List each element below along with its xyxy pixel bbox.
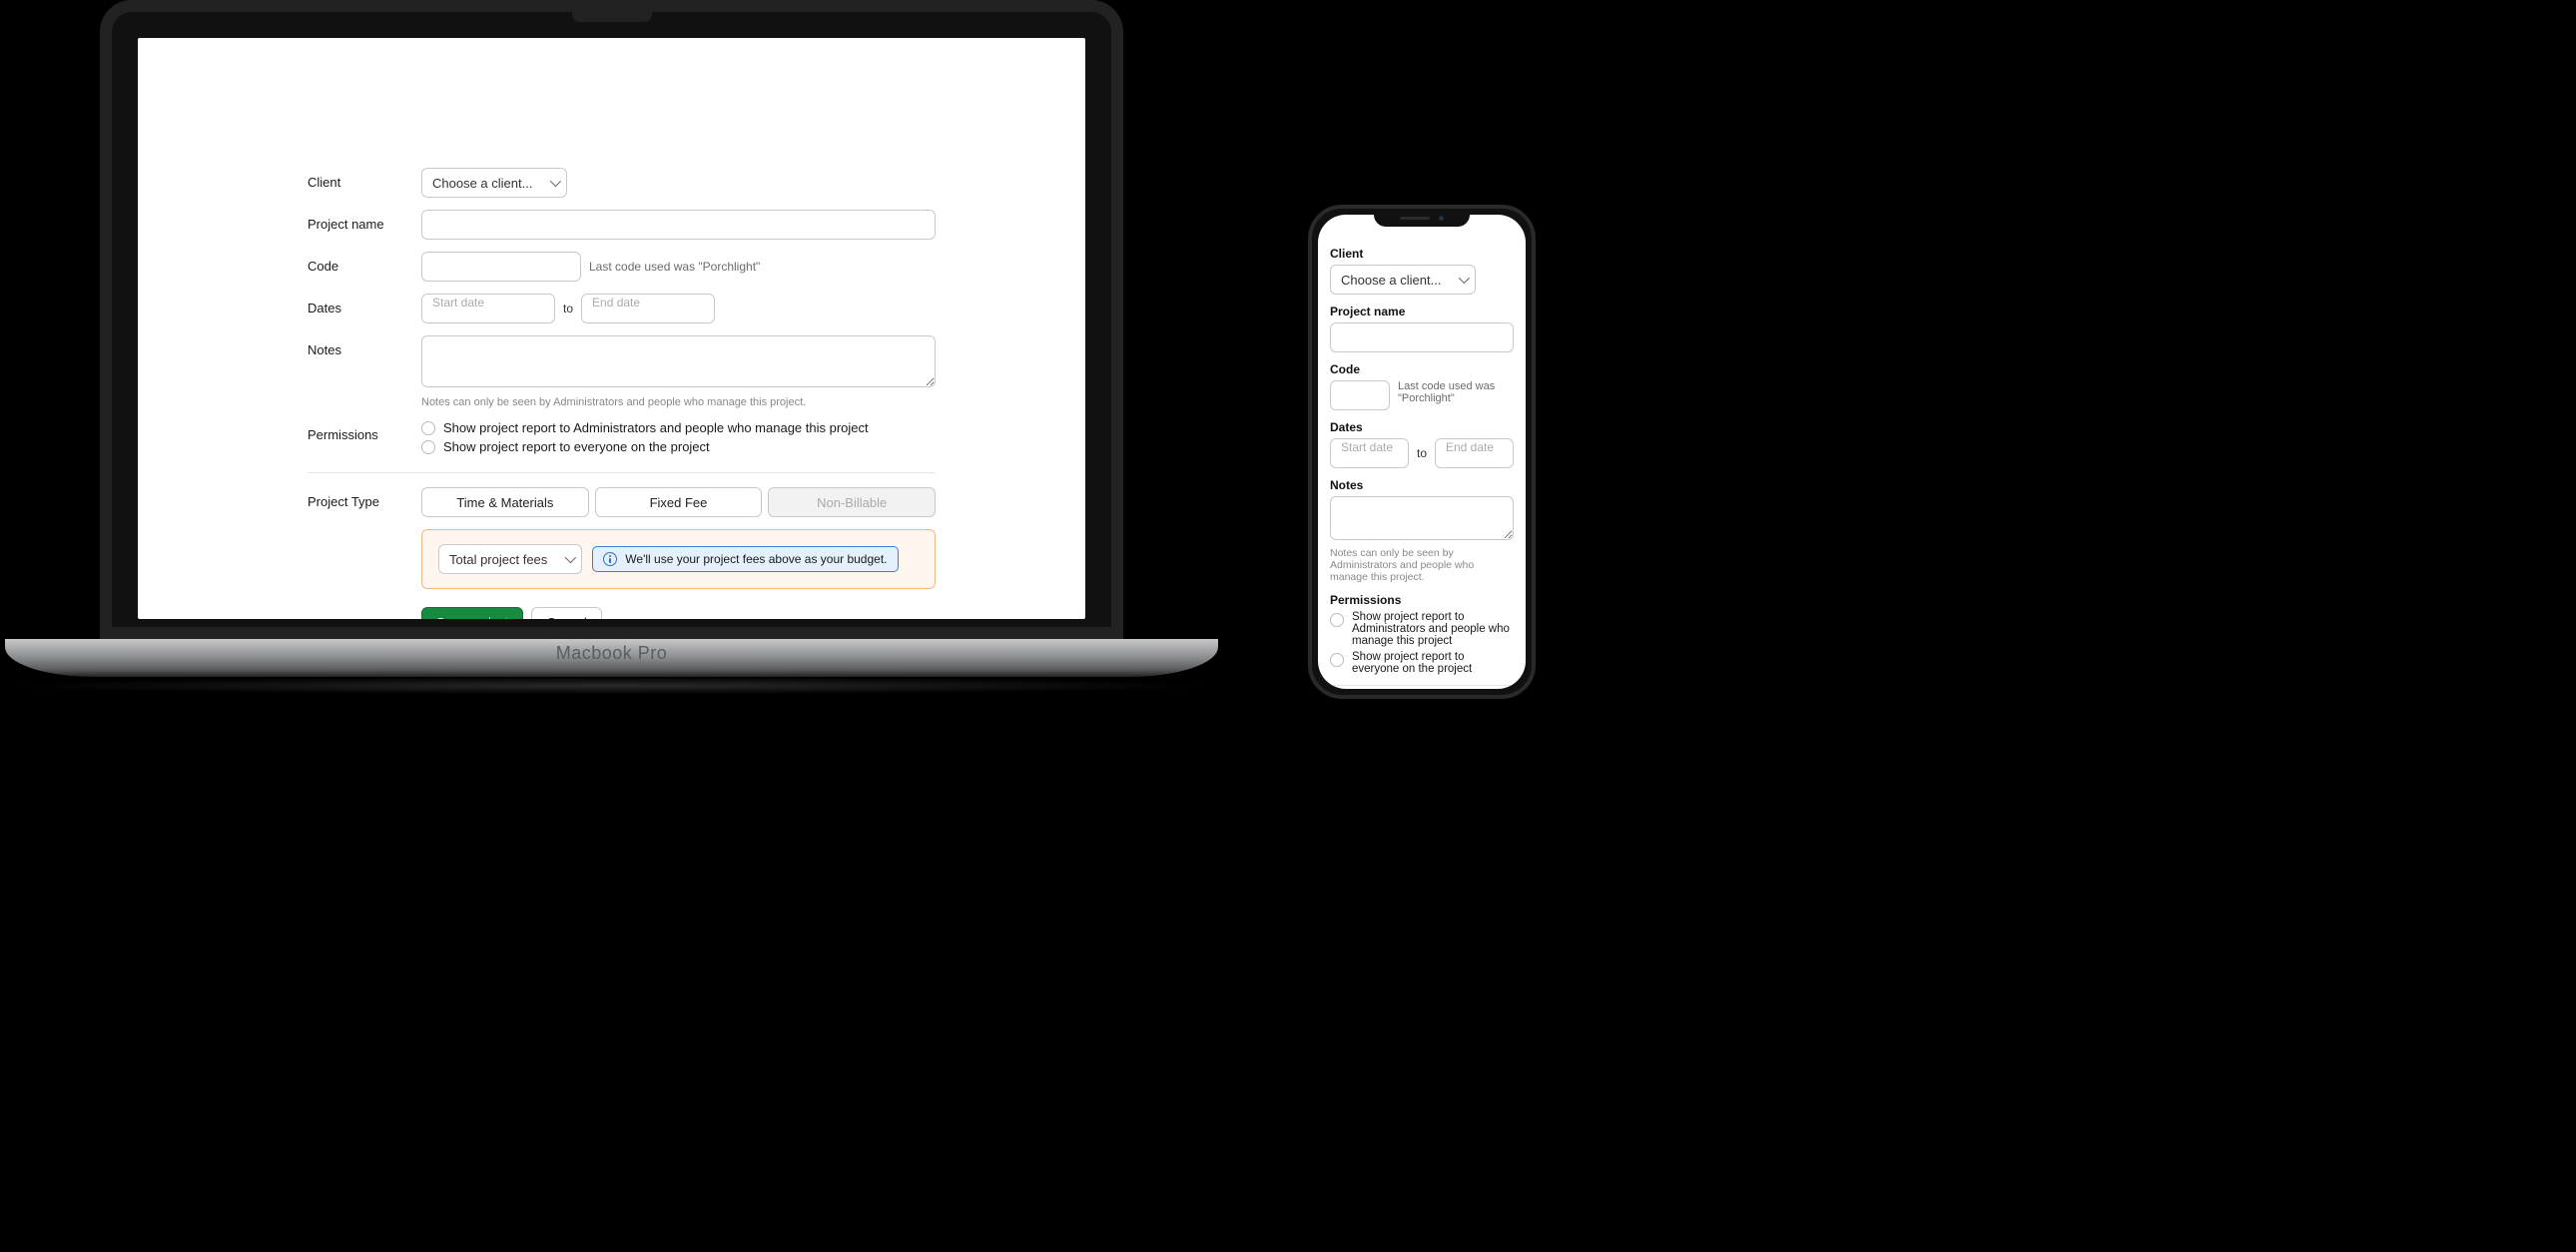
budget-info-text: We'll use your project fees above as you… (625, 552, 887, 566)
phone-screen: Client Choose a client... Project name C… (1318, 215, 1526, 689)
dates-row: Dates Start date to End date (1330, 420, 1514, 468)
laptop-notch (572, 12, 652, 22)
permission-option-everyone[interactable]: Show project report to everyone on the p… (421, 439, 936, 454)
notes-row: Notes Notes can only be seen by Administ… (1330, 478, 1514, 583)
notes-row: Notes Notes can only be seen by Administ… (308, 335, 936, 408)
type-fixed-fee[interactable]: Fixed Fee (595, 487, 763, 517)
laptop-base: Macbook Pro (5, 639, 1218, 677)
permissions-label: Permissions (308, 420, 421, 442)
project-type-label: Project Type (308, 487, 421, 509)
code-hint: Last code used was "Porchlight" (589, 260, 760, 274)
save-button[interactable]: Save project (421, 607, 523, 619)
chevron-down-icon (1459, 273, 1470, 284)
budget-info-pill: We'll use your project fees above as you… (592, 546, 898, 572)
radio-icon (421, 421, 435, 435)
client-row: Client Choose a client... (1330, 247, 1514, 295)
code-label: Code (308, 252, 421, 274)
date-separator: to (1417, 446, 1427, 460)
dates-label: Dates (308, 294, 421, 315)
permission-admins-text: Show project report to Administrators an… (1352, 611, 1514, 647)
permission-admins-text: Show project report to Administrators an… (443, 420, 869, 435)
type-time-materials[interactable]: Time & Materials (421, 487, 589, 517)
project-name-label: Project name (1330, 305, 1514, 322)
code-input[interactable] (421, 252, 581, 282)
start-date-placeholder: Start date (432, 296, 484, 310)
end-date-placeholder: End date (1446, 440, 1494, 454)
laptop-shadow (5, 677, 1218, 695)
code-hint: Last code used was "Porchlight" (1398, 380, 1514, 404)
permissions-row: Permissions Show project report to Admin… (308, 420, 936, 458)
notes-helper: Notes can only be seen by Administrators… (421, 396, 936, 408)
permission-option-admins[interactable]: Show project report to Administrators an… (1330, 611, 1514, 647)
notes-label: Notes (308, 335, 421, 357)
chevron-down-icon (565, 552, 576, 563)
client-label: Client (1330, 247, 1514, 265)
client-select-text: Choose a client... (432, 176, 532, 191)
radio-icon (1330, 613, 1344, 627)
budget-box: Total project fees We'll use your projec… (421, 529, 936, 589)
permission-everyone-text: Show project report to everyone on the p… (1352, 651, 1514, 675)
client-select[interactable]: Choose a client... (1330, 265, 1476, 295)
laptop-screen: Client Choose a client... Project name (138, 38, 1085, 619)
notes-label: Notes (1330, 478, 1514, 496)
code-row: Code Last code used was "Porchlight" (308, 252, 936, 282)
project-type-row: Project Type Time & Materials Fixed Fee … (308, 487, 936, 619)
date-separator: to (563, 302, 573, 315)
phone-device: Client Choose a client... Project name C… (1308, 205, 1536, 699)
start-date-input[interactable]: Start date (421, 294, 555, 323)
permissions-row: Permissions Show project report to Admin… (1330, 593, 1514, 675)
info-icon (603, 552, 617, 566)
end-date-input[interactable]: End date (1435, 438, 1514, 468)
start-date-placeholder: Start date (1341, 440, 1393, 454)
notes-textarea[interactable] (421, 335, 936, 387)
project-form: Client Choose a client... Project name (138, 38, 1085, 619)
type-non-billable[interactable]: Non-Billable (768, 487, 936, 517)
section-divider (1330, 685, 1514, 686)
dates-row: Dates Start date to End date (308, 294, 936, 323)
project-type-segmented: Time & Materials Fixed Fee Non-Billable (421, 487, 936, 517)
section-divider (308, 472, 936, 473)
form-actions: Save project Cancel (421, 607, 936, 619)
laptop-device: Client Choose a client... Project name (100, 0, 1218, 727)
client-select-text: Choose a client... (1341, 273, 1441, 288)
phone-notch (1374, 209, 1470, 227)
code-label: Code (1330, 362, 1514, 380)
cancel-button[interactable]: Cancel (531, 607, 601, 619)
dates-label: Dates (1330, 420, 1514, 438)
radio-icon (1330, 653, 1344, 667)
start-date-input[interactable]: Start date (1330, 438, 1409, 468)
project-name-input[interactable] (421, 210, 936, 240)
permissions-label: Permissions (1330, 593, 1514, 611)
chevron-down-icon (550, 176, 561, 187)
budget-select-text: Total project fees (449, 552, 547, 567)
client-row: Client Choose a client... (308, 168, 936, 198)
laptop-brand-label: Macbook Pro (5, 643, 1218, 664)
budget-select[interactable]: Total project fees (438, 544, 582, 574)
end-date-input[interactable]: End date (581, 294, 715, 323)
client-select[interactable]: Choose a client... (421, 168, 567, 198)
project-name-row: Project name (308, 210, 936, 240)
permission-option-admins[interactable]: Show project report to Administrators an… (421, 420, 936, 435)
permission-everyone-text: Show project report to everyone on the p… (443, 439, 710, 454)
project-name-input[interactable] (1330, 322, 1514, 352)
project-name-label: Project name (308, 210, 421, 232)
permission-option-everyone[interactable]: Show project report to everyone on the p… (1330, 651, 1514, 675)
code-row: Code Last code used was "Porchlight" (1330, 362, 1514, 410)
client-label: Client (308, 168, 421, 190)
phone-body: Client Choose a client... Project name C… (1308, 205, 1536, 699)
radio-icon (421, 440, 435, 454)
notes-helper: Notes can only be seen by Administrators… (1330, 547, 1514, 583)
project-name-row: Project name (1330, 305, 1514, 352)
end-date-placeholder: End date (592, 296, 640, 310)
notes-textarea[interactable] (1330, 496, 1514, 540)
laptop-lid: Client Choose a client... Project name (100, 0, 1123, 639)
code-input[interactable] (1330, 380, 1390, 410)
